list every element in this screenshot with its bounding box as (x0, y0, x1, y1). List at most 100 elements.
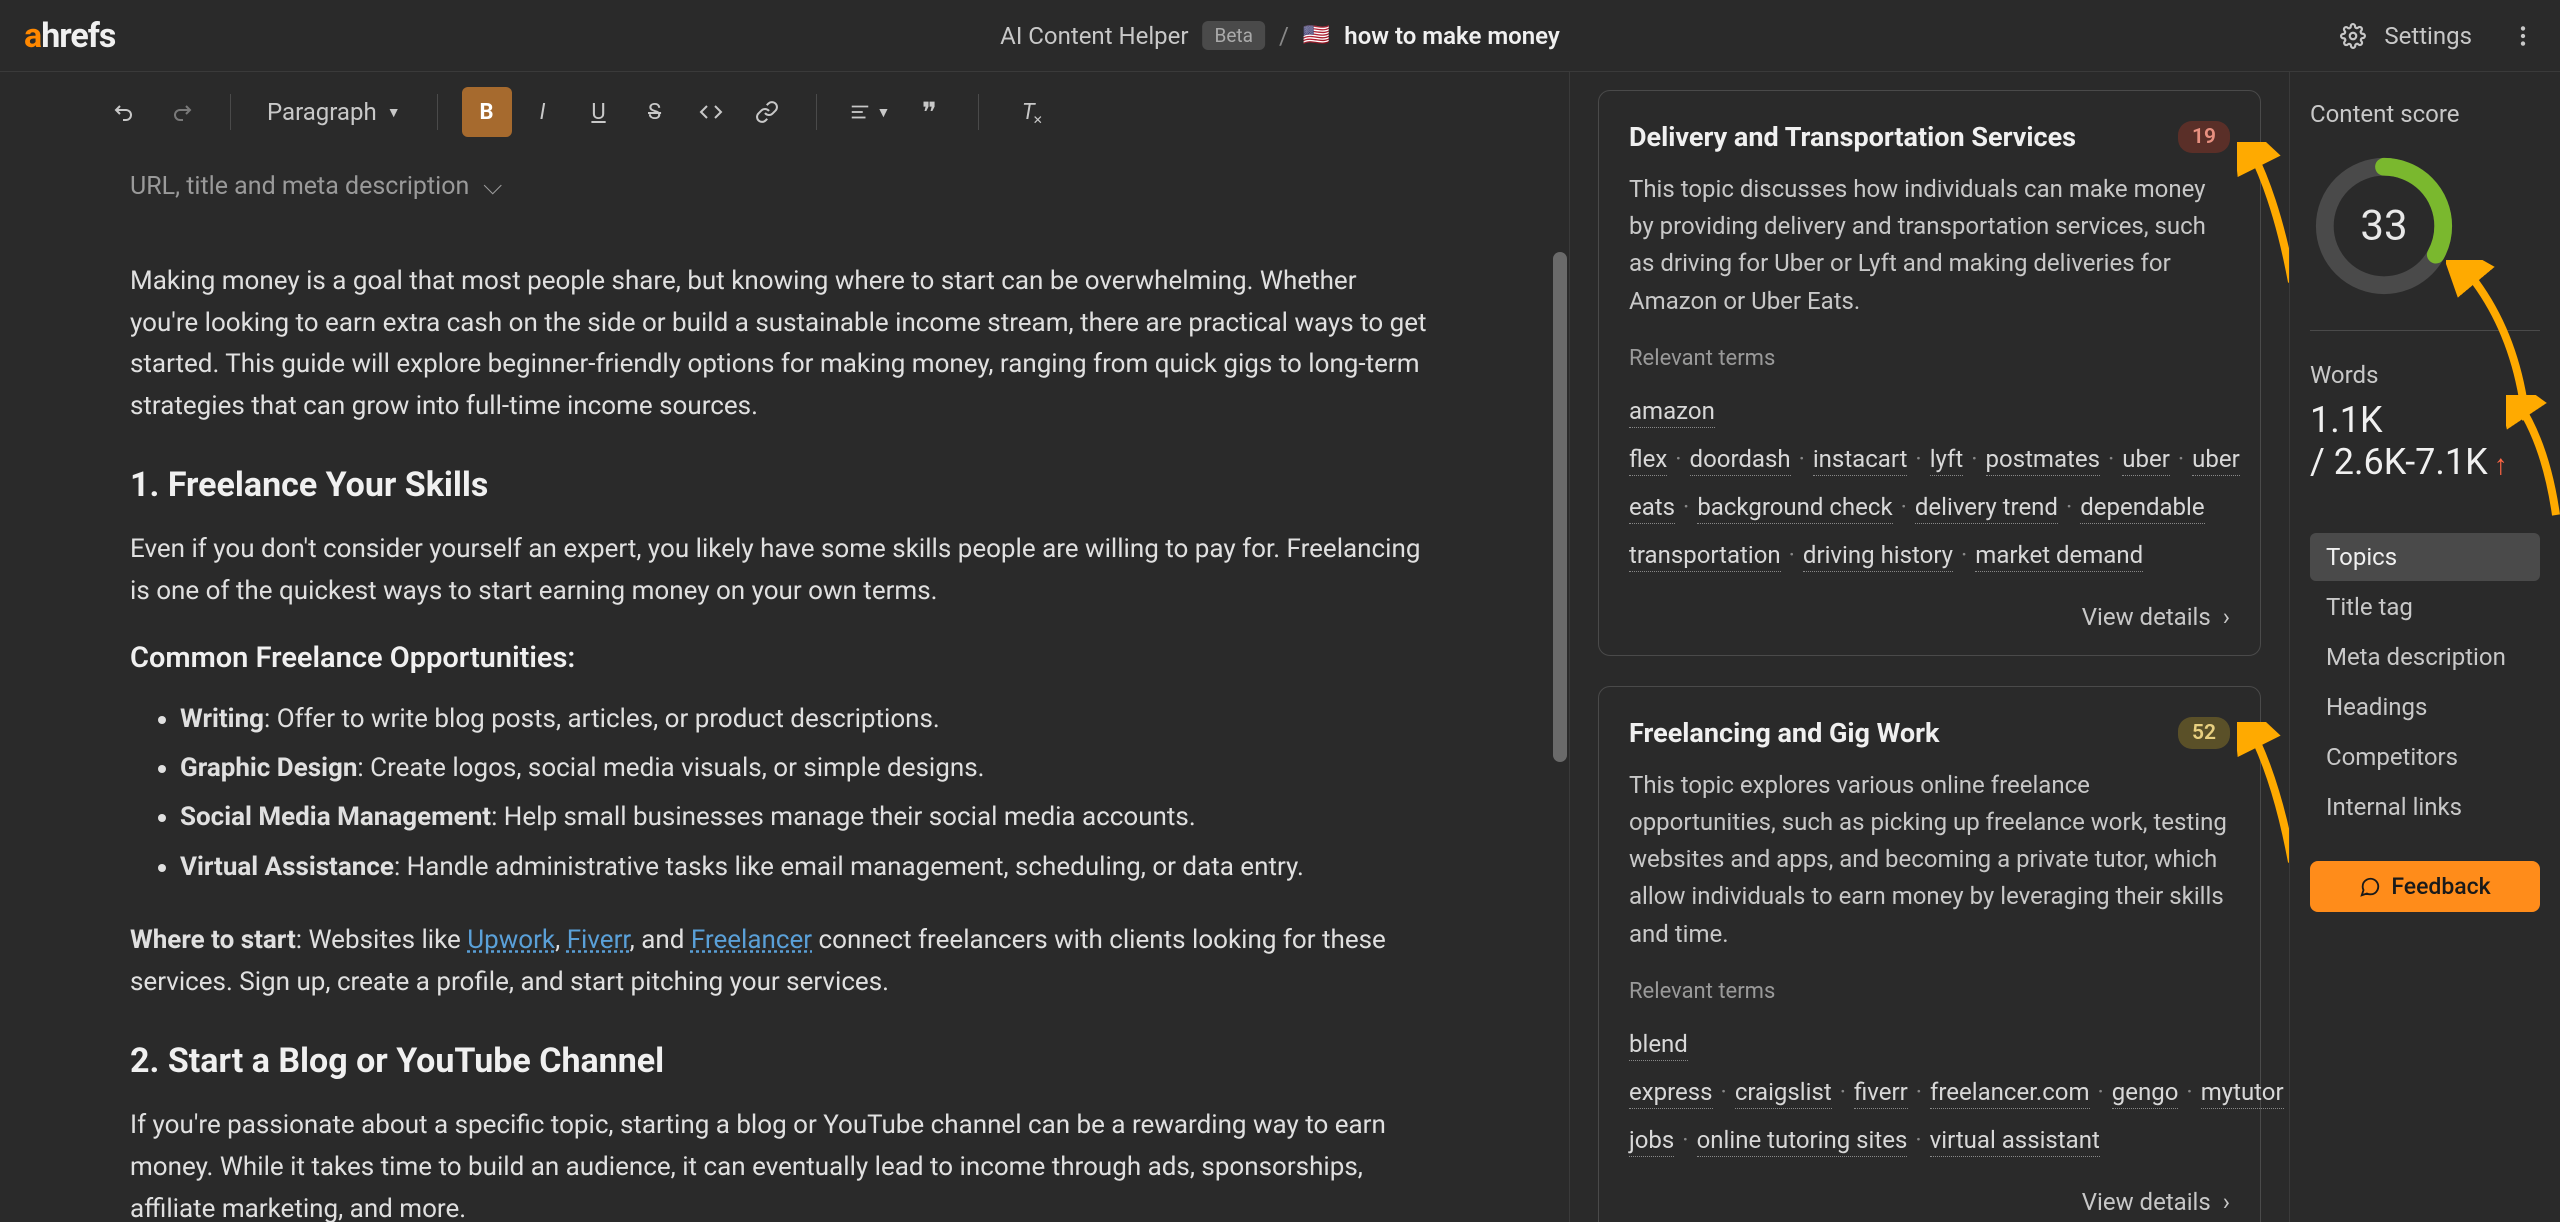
topic-card: Delivery and Transportation Services 19 … (1598, 90, 2261, 656)
subheading-opportunities[interactable]: Common Freelance Opportunities: (130, 641, 1429, 675)
words-range-row: / 2.6K-7.1K↑ (2310, 441, 2540, 483)
term[interactable]: online tutoring sites (1697, 1126, 1908, 1157)
scrollbar-thumb[interactable] (1553, 252, 1567, 762)
header-breadcrumb: AI Content Helper Beta / 🇺🇸 how to make … (1000, 21, 1560, 50)
list-item[interactable]: Writing: Offer to write blog posts, arti… (180, 695, 1429, 744)
topic-score-badge: 19 (2178, 121, 2230, 153)
where-to-start-paragraph[interactable]: Where to start: Websites like Upwork, Fi… (130, 920, 1429, 1003)
italic-button[interactable]: I (518, 87, 568, 137)
score-nav-item[interactable]: Meta description (2310, 633, 2540, 681)
freelancer-link[interactable]: Freelancer (691, 925, 812, 955)
flag-icon: 🇺🇸 (1303, 23, 1330, 48)
feedback-label: Feedback (2391, 873, 2490, 900)
term[interactable]: blend express (1629, 1030, 1713, 1109)
term[interactable]: instacart (1813, 445, 1908, 476)
score-nav-item[interactable]: Title tag (2310, 583, 2540, 631)
logo-rest: hrefs (41, 16, 115, 56)
editor-panel: Paragraph ▼ B I U S ▼ ❞ T✕ URL, (0, 72, 1570, 1222)
relevant-terms-label: Relevant terms (1629, 346, 2230, 371)
score-panel: Content score 33 Words 1.1K / 2.6K-7.1K↑… (2290, 72, 2560, 1222)
term[interactable]: postmates (1986, 445, 2100, 476)
editor-content[interactable]: Making money is a goal that most people … (130, 261, 1429, 1222)
more-menu-icon[interactable] (2510, 23, 2536, 49)
chevron-down-icon: ▼ (387, 104, 401, 121)
app-name-label: AI Content Helper (1000, 22, 1188, 50)
gear-icon[interactable] (2340, 23, 2366, 49)
term[interactable]: driving history (1803, 541, 1953, 572)
term[interactable]: delivery trend (1915, 493, 2058, 524)
clear-format-button[interactable]: T✕ (1003, 87, 1053, 137)
block-type-dropdown[interactable]: Paragraph ▼ (255, 98, 413, 126)
relevant-terms-label: Relevant terms (1629, 979, 2230, 1004)
term[interactable]: virtual assistant (1930, 1126, 2100, 1157)
bold-button[interactable]: B (462, 87, 512, 137)
term[interactable]: mytutor (2201, 1078, 2284, 1109)
topic-description: This topic explores various online freel… (1629, 767, 2230, 953)
terms-list: amazon flex·doordash·instacart·lyft·post… (1629, 387, 2230, 579)
list-item[interactable]: Social Media Management: Help small busi… (180, 793, 1429, 842)
up-arrow-icon: ↑ (2494, 448, 2508, 481)
term[interactable]: freelancer.com (1930, 1078, 2089, 1109)
topic-description: This topic discusses how individuals can… (1629, 171, 2230, 320)
list-item[interactable]: Graphic Design: Create logos, social med… (180, 744, 1429, 793)
topic-title[interactable]: how to make money (1344, 22, 1560, 50)
term[interactable]: uber (2122, 445, 2170, 476)
paragraph[interactable]: Even if you don't consider yourself an e… (130, 529, 1429, 612)
meta-toggle-label: URL, title and meta description (130, 172, 469, 201)
chevron-right-icon: › (2223, 1188, 2230, 1216)
link-button[interactable] (742, 87, 792, 137)
code-button[interactable] (686, 87, 736, 137)
paragraph[interactable]: If you're passionate about a specific to… (130, 1105, 1429, 1222)
redo-button[interactable] (156, 87, 206, 137)
content-score-gauge: 33 (2310, 152, 2458, 300)
bullet-list[interactable]: Writing: Offer to write blog posts, arti… (130, 695, 1429, 893)
heading-blog[interactable]: 2. Start a Blog or YouTube Channel (130, 1041, 1429, 1081)
words-current: 1.1K (2310, 399, 2540, 441)
editor-body[interactable]: URL, title and meta description ⌵ Making… (0, 152, 1569, 1222)
align-button[interactable]: ▼ (841, 87, 899, 137)
words-range: / 2.6K-7.1K (2310, 441, 2488, 483)
term[interactable]: lyft (1930, 445, 1964, 476)
topic-card-title: Delivery and Transportation Services (1629, 121, 2076, 153)
beta-badge: Beta (1203, 21, 1265, 50)
score-nav-list: TopicsTitle tagMeta descriptionHeadingsC… (2310, 533, 2540, 831)
view-details-link[interactable]: View details › (1629, 603, 2230, 631)
quote-button[interactable]: ❞ (904, 87, 954, 137)
feedback-button[interactable]: Feedback (2310, 861, 2540, 912)
topic-score-badge: 52 (2178, 717, 2230, 749)
editor-toolbar: Paragraph ▼ B I U S ▼ ❞ T✕ (0, 72, 1569, 152)
words-label: Words (2310, 361, 2540, 389)
score-nav-item[interactable]: Competitors (2310, 733, 2540, 781)
topic-card: Freelancing and Gig Work 52 This topic e… (1598, 686, 2261, 1222)
score-nav-item[interactable]: Topics (2310, 533, 2540, 581)
terms-list: blend express·craigslist·fiverr·freelanc… (1629, 1020, 2230, 1164)
term[interactable]: background check (1697, 493, 1892, 524)
fiverr-link[interactable]: Fiverr (567, 925, 630, 955)
undo-button[interactable] (100, 87, 150, 137)
content-score-label: Content score (2310, 100, 2540, 128)
app-header: ahrefs AI Content Helper Beta / 🇺🇸 how t… (0, 0, 2560, 72)
term[interactable]: gengo (2112, 1078, 2179, 1109)
term[interactable]: doordash (1690, 445, 1791, 476)
feedback-icon (2359, 876, 2381, 898)
list-item[interactable]: Virtual Assistance: Handle administrativ… (180, 843, 1429, 892)
block-type-label: Paragraph (267, 98, 377, 126)
term[interactable]: craigslist (1735, 1078, 1832, 1109)
breadcrumb-separator: / (1279, 22, 1289, 50)
score-nav-item[interactable]: Internal links (2310, 783, 2540, 831)
logo[interactable]: ahrefs (24, 16, 115, 56)
chevron-down-icon: ⌵ (483, 172, 502, 201)
heading-freelance[interactable]: 1. Freelance Your Skills (130, 465, 1429, 505)
strikethrough-button[interactable]: S (630, 87, 680, 137)
view-details-link[interactable]: View details › (1629, 1188, 2230, 1216)
term[interactable]: market demand (1975, 541, 2143, 572)
topic-card-title: Freelancing and Gig Work (1629, 717, 1939, 749)
intro-paragraph[interactable]: Making money is a goal that most people … (130, 261, 1429, 427)
upwork-link[interactable]: Upwork (467, 925, 555, 955)
underline-button[interactable]: U (574, 87, 624, 137)
meta-toggle[interactable]: URL, title and meta description ⌵ (130, 172, 1429, 201)
chevron-right-icon: › (2223, 603, 2230, 631)
score-nav-item[interactable]: Headings (2310, 683, 2540, 731)
settings-link[interactable]: Settings (2384, 22, 2472, 50)
term[interactable]: fiverr (1854, 1078, 1908, 1109)
